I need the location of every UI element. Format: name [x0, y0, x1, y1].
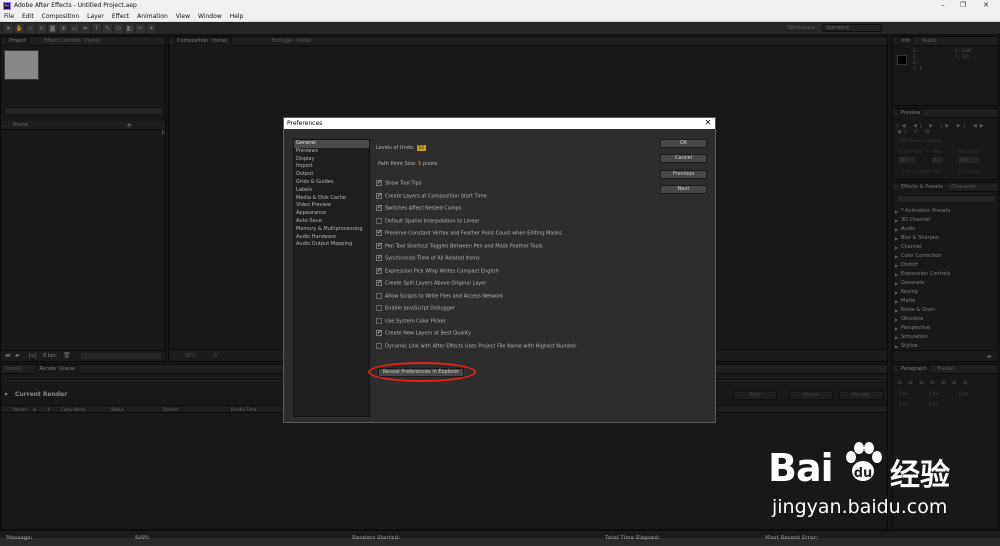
checkbox-icon: ✓ — [376, 279, 383, 286]
menu-effect[interactable]: Effect — [108, 12, 133, 22]
checkbox-icon — [376, 292, 382, 299]
window-title: Adobe After Effects - Untitled Project.a… — [14, 2, 137, 9]
option-pen-tool-shortcut[interactable]: ✓ Pen Tool Shortcut Toggles Between Pen a… — [376, 241, 543, 249]
levels-of-undo-input[interactable]: 32 — [416, 145, 426, 151]
paw-icon: du — [842, 440, 884, 486]
menu-file[interactable]: File — [0, 12, 18, 22]
path-point-row: Path Point Size: 5 pixels — [378, 161, 438, 167]
checkbox-icon — [376, 305, 382, 311]
menu-bar: File Edit Composition Layer Effect Animation V… — [0, 12, 1000, 22]
watermark-url: jingyan.baidu.com — [772, 496, 948, 518]
category-audio-hardware[interactable]: Audio Hardware — [294, 234, 369, 242]
menu-animation[interactable]: Animation — [133, 12, 172, 22]
category-labels[interactable]: Labels — [294, 187, 369, 195]
levels-of-undo-row: Levels of Undo: 32 — [376, 145, 426, 151]
menu-view[interactable]: View — [172, 12, 194, 22]
next-button[interactable]: Next — [660, 185, 707, 194]
option-create-layers-start[interactable]: ✓ Create Layers at Composition Start Time — [376, 191, 487, 199]
maximize-icon[interactable]: ❐ — [952, 0, 974, 12]
category-audio-output[interactable]: Audio Output Mapping — [294, 241, 369, 249]
checkbox-icon: ✓ — [376, 241, 383, 249]
checkbox-icon: ✓ — [376, 266, 383, 274]
category-output[interactable]: Output — [294, 171, 369, 179]
checkbox-icon: ✓ — [376, 204, 383, 211]
category-memory[interactable]: Memory & Multiprocessing — [294, 226, 369, 234]
checkbox-icon: ✓ — [376, 229, 383, 236]
option-switches-nested[interactable]: ✓ Switches Affect Nested Comps — [376, 205, 461, 212]
checkbox-icon: ✓ — [376, 191, 383, 199]
option-pick-whip[interactable]: ✓ Expression Pick Whip Writes Compact Eng… — [376, 266, 499, 274]
option-allow-scripts[interactable]: Allow Scripts to Write Files and Access … — [376, 292, 503, 299]
option-split-layers[interactable]: ✓ Create Split Layers Above Original Laye… — [376, 280, 486, 287]
menu-help[interactable]: Help — [226, 12, 248, 22]
checkbox-icon — [376, 217, 382, 224]
category-import[interactable]: Import — [294, 163, 369, 171]
minimize-icon[interactable]: – — [932, 0, 954, 12]
option-dynamic-link[interactable]: Dynamic Link with After Effects Uses Pro… — [376, 342, 576, 349]
category-previews[interactable]: Previews — [294, 148, 369, 156]
category-auto-save[interactable]: Auto-Save — [294, 218, 369, 226]
option-js-debugger[interactable]: Enable JavaScript Debugger — [376, 305, 455, 312]
option-spatial-linear[interactable]: Default Spatial Interpolation to Linear — [376, 217, 479, 224]
preferences-dialog: Preferences ✕ General Previews Display I… — [283, 117, 716, 423]
watermark-brand-cn: 经验 — [890, 458, 950, 493]
checkbox-icon — [376, 317, 382, 324]
previous-button[interactable]: Previous — [660, 170, 707, 179]
menu-composition[interactable]: Composition — [38, 12, 83, 22]
category-list: General Previews Display Import Output G… — [293, 139, 370, 417]
dialog-close-icon[interactable]: ✕ — [702, 118, 714, 129]
close-icon[interactable]: ✕ — [975, 0, 997, 12]
path-point-input[interactable]: 5 — [418, 161, 421, 167]
checkbox-icon: ✓ — [376, 179, 383, 186]
category-grids-guides[interactable]: Grids & Guides — [294, 179, 369, 187]
title-bar: Ae Adobe After Effects - Untitled Projec… — [0, 0, 1000, 12]
option-best-quality[interactable]: ✓ Create New Layers at Best Quality — [376, 330, 471, 337]
option-sync-time[interactable]: ✓ Synchronize Time of All Related Items — [376, 255, 480, 262]
category-video-preview[interactable]: Video Preview — [294, 202, 369, 210]
baidu-watermark: Bai du 经验 jingyan.baidu.com — [768, 440, 998, 520]
app-logo-icon: Ae — [3, 2, 11, 10]
checkbox-icon: ✓ — [376, 329, 383, 336]
cancel-button[interactable]: Cancel — [660, 154, 707, 163]
category-appearance[interactable]: Appearance — [294, 210, 369, 218]
dialog-title: Preferences — [284, 118, 715, 129]
category-general[interactable]: General — [294, 140, 369, 148]
menu-window[interactable]: Window — [194, 12, 226, 22]
checkbox-icon: ✓ — [376, 254, 383, 261]
menu-layer[interactable]: Layer — [83, 12, 108, 22]
category-media-disk-cache[interactable]: Media & Disk Cache — [294, 195, 369, 203]
ok-button[interactable]: OK — [660, 139, 707, 148]
watermark-brand-b: du — [854, 466, 873, 481]
option-show-tool-tips[interactable]: ✓ Show Tool Tips — [376, 180, 421, 187]
category-display[interactable]: Display — [294, 156, 369, 164]
option-preserve-vertex[interactable]: ✓ Preserve Constant Vertex and Feather Po… — [376, 230, 562, 237]
highlight-circle — [368, 362, 476, 382]
menu-edit[interactable]: Edit — [18, 12, 38, 22]
watermark-brand-a: Bai — [768, 446, 834, 490]
option-system-color-picker[interactable]: Use System Color Picker — [376, 317, 446, 324]
checkbox-icon — [376, 342, 382, 349]
